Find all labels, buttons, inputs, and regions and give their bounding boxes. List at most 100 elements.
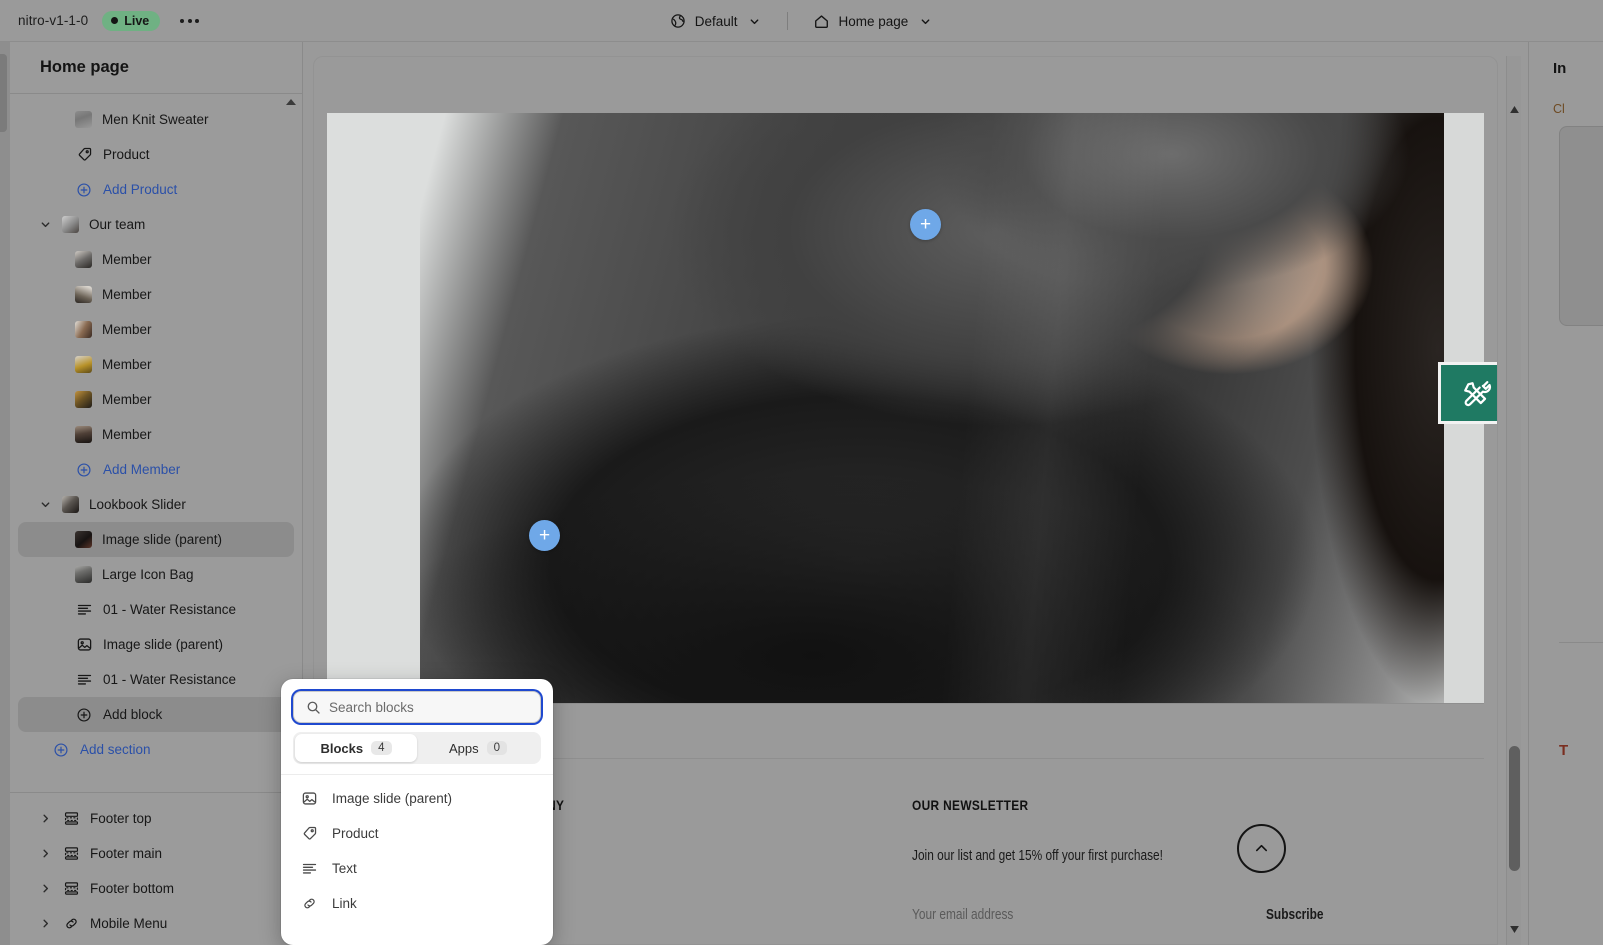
sidebar-add-product-button[interactable]: Add Product — [18, 172, 294, 207]
theme-selector-label: Default — [694, 13, 738, 29]
sidebar-item-member[interactable]: Member — [18, 277, 294, 312]
sidebar-item-member[interactable]: Member — [18, 347, 294, 382]
sidebar-item-label: Add block — [103, 707, 163, 722]
tag-icon — [75, 146, 93, 164]
sidebar-item-label: Member — [102, 287, 152, 302]
chevron-down-icon — [745, 12, 763, 30]
thumbnail-member-icon — [75, 321, 92, 338]
sidebar-item-member[interactable]: Member — [18, 242, 294, 277]
text-lines-icon — [300, 860, 318, 878]
scroll-up-indicator-icon[interactable] — [286, 99, 296, 105]
image-icon — [300, 790, 318, 808]
sidebar-item-label: Footer bottom — [90, 881, 175, 896]
block-option-product[interactable]: Product — [281, 816, 553, 851]
sidebar-group-our-team[interactable]: Our team — [18, 207, 294, 242]
more-menu-button[interactable] — [174, 13, 205, 29]
sidebar-item-water-resistance[interactable]: 01 - Water Resistance — [18, 662, 294, 697]
chevron-up-icon — [1255, 844, 1268, 852]
thumbnail-lookbook-icon — [62, 496, 79, 513]
sidebar-item-product[interactable]: Product — [18, 137, 294, 172]
canvas-scrollbar[interactable] — [1506, 56, 1521, 945]
hotspot-add-button[interactable]: + — [910, 209, 941, 240]
link-icon — [300, 895, 318, 913]
sidebar-group-footer-main[interactable]: Footer main — [18, 836, 294, 871]
sidebar-tree[interactable]: Men Knit Sweater Product Add Product Our… — [10, 94, 302, 792]
sidebar-item-label: Add section — [80, 742, 151, 757]
inspector-title: In — [1553, 60, 1567, 77]
sidebar-add-block-button[interactable]: Add block — [18, 697, 294, 732]
sidebar-group-footer-bottom[interactable]: Footer bottom — [18, 871, 294, 906]
sidebar-header: Home page — [10, 42, 302, 94]
popup-tabs: Blocks 4 Apps 0 — [293, 732, 541, 764]
tab-blocks[interactable]: Blocks 4 — [295, 734, 417, 762]
footer-subscribe-button[interactable]: Subscribe — [1266, 907, 1323, 923]
block-option-label: Link — [332, 896, 357, 911]
chevron-right-icon[interactable] — [38, 883, 52, 894]
scroll-down-button[interactable] — [1507, 922, 1522, 937]
sidebar-item-label: Member — [102, 322, 152, 337]
sidebar-item-label: Image slide (parent) — [103, 637, 224, 652]
sidebar-item-label: 01 - Water Resistance — [103, 672, 237, 687]
block-option-image-slide-parent[interactable]: Image slide (parent) — [281, 781, 553, 816]
plus-circle-icon — [75, 706, 93, 724]
chevron-right-icon[interactable] — [38, 848, 52, 859]
dot-icon — [187, 18, 192, 23]
sidebar-item-image-slide-parent[interactable]: Image slide (parent) — [18, 627, 294, 662]
theme-selector[interactable]: Default — [659, 7, 774, 35]
sidebar-group-lookbook-slider[interactable]: Lookbook Slider — [18, 487, 294, 522]
popup-search-wrap — [281, 679, 553, 723]
search-input[interactable] — [329, 699, 529, 715]
project-name: nitro-v1-1-0 — [18, 13, 89, 28]
hero-image-slide[interactable]: + + — [327, 113, 1484, 703]
sidebar-item-label: 01 - Water Resistance — [103, 602, 237, 617]
chevron-down-icon[interactable] — [38, 499, 52, 510]
sidebar-add-member-button[interactable]: Add Member — [18, 452, 294, 487]
block-option-label: Image slide (parent) — [332, 791, 453, 806]
globe-icon — [669, 12, 687, 30]
tag-icon — [300, 825, 318, 843]
sidebar-item-label: Add Member — [103, 462, 181, 477]
status-badge-label: Live — [124, 13, 150, 28]
tab-apps[interactable]: Apps 0 — [417, 734, 539, 762]
inspector-field[interactable] — [1559, 126, 1603, 326]
chevron-right-icon[interactable] — [38, 813, 52, 824]
sidebar-add-section-button[interactable]: Add section — [18, 732, 294, 767]
tools-button[interactable] — [1438, 362, 1497, 424]
top-bar-center: Default Home page — [0, 0, 1603, 42]
sidebar-item-water-resistance[interactable]: 01 - Water Resistance — [18, 592, 294, 627]
back-to-top-button[interactable] — [1237, 824, 1286, 873]
hotspot-label: + — [538, 525, 551, 546]
sidebar-item-label: Men Knit Sweater — [102, 112, 209, 127]
scrollbar-thumb[interactable] — [1509, 746, 1520, 871]
tab-apps-count: 0 — [486, 741, 508, 755]
sidebar-item-label: Large Icon Bag — [102, 567, 194, 582]
page-selector[interactable]: Home page — [802, 7, 944, 35]
sidebar-group-mobile-menu[interactable]: Mobile Menu — [18, 906, 294, 941]
block-option-label: Product — [332, 826, 379, 841]
sidebar-item-label: Mobile Menu — [90, 916, 168, 931]
footer-email-placeholder[interactable]: Your email address — [912, 907, 1013, 923]
search-field-container[interactable] — [293, 691, 541, 723]
block-option-link[interactable]: Link — [281, 886, 553, 921]
chevron-down-icon[interactable] — [38, 219, 52, 230]
tab-blocks-count: 4 — [371, 741, 392, 755]
rail-handle[interactable] — [0, 54, 7, 132]
layout-icon — [62, 845, 80, 863]
top-bar-left: nitro-v1-1-0 Live — [0, 10, 205, 31]
status-badge[interactable]: Live — [102, 10, 161, 31]
sidebar-item-large-icon-bag[interactable]: Large Icon Bag — [18, 557, 294, 592]
thumbnail-bag-icon — [75, 566, 92, 583]
hotspot-add-button[interactable]: + — [529, 520, 560, 551]
scroll-up-button[interactable] — [1507, 102, 1522, 117]
sidebar-item-member[interactable]: Member — [18, 312, 294, 347]
tab-blocks-label: Blocks — [320, 740, 364, 756]
sidebar-item-member[interactable]: Member — [18, 417, 294, 452]
block-option-text[interactable]: Text — [281, 851, 553, 886]
plus-circle-icon — [75, 181, 93, 199]
sidebar-item-image-slide-parent-selected[interactable]: Image slide (parent) — [18, 522, 294, 557]
sidebar: Home page Men Knit Sweater Product Add P… — [10, 42, 303, 945]
sidebar-item-men-knit-sweater[interactable]: Men Knit Sweater — [18, 102, 294, 137]
chevron-right-icon[interactable] — [38, 918, 52, 929]
sidebar-group-footer-top[interactable]: Footer top — [18, 801, 294, 836]
sidebar-item-member[interactable]: Member — [18, 382, 294, 417]
